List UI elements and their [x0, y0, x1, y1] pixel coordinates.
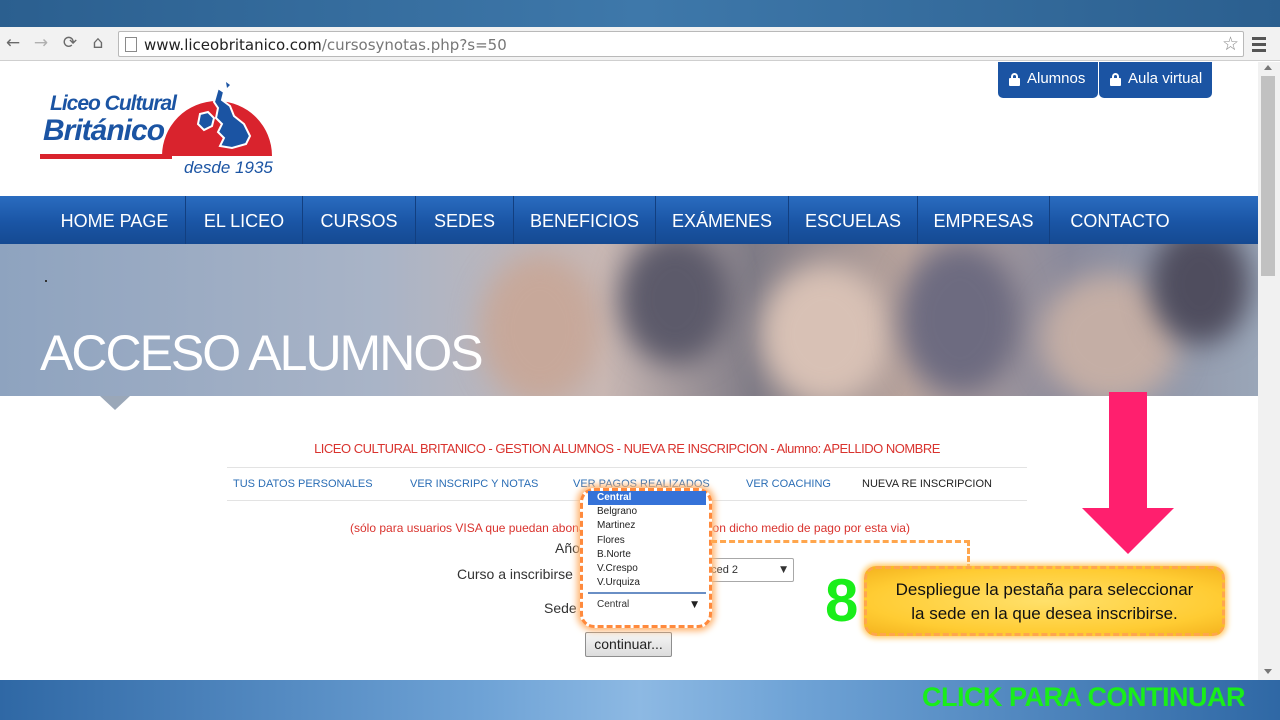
- dropdown-option-belgrano[interactable]: Belgrano: [588, 505, 706, 519]
- instruction-line-1: Despliegue la pestaña para seleccionar: [895, 580, 1194, 599]
- page-title: ACCESO ALUMNOS: [40, 325, 484, 381]
- lock-icon: [1009, 73, 1020, 86]
- scroll-thumb[interactable]: [1261, 76, 1275, 276]
- browser-menu-icon[interactable]: [1252, 37, 1266, 55]
- virtual-classroom-button[interactable]: Aula virtual: [1099, 62, 1212, 98]
- branch-label: Sede: [544, 600, 577, 616]
- instruction-callout: Despliegue la pestaña para seleccionar l…: [864, 566, 1225, 636]
- step-number: 8: [825, 567, 859, 634]
- home-icon[interactable]: ⌂: [88, 33, 108, 53]
- students-login-label: Alumnos: [1027, 70, 1086, 87]
- address-bar[interactable]: www.liceobritanico.com/cursosynotas.php?…: [118, 31, 1244, 57]
- forward-arrow-icon[interactable]: →: [31, 33, 51, 53]
- browser-toolbar: ← → ⟳ ⌂ www.liceobritanico.com/cursosyno…: [0, 27, 1280, 61]
- reload-icon[interactable]: ⟳: [60, 33, 80, 53]
- dropdown-option-martinez[interactable]: Martinez: [588, 519, 706, 533]
- tab-coaching[interactable]: VER COACHING: [746, 478, 831, 490]
- branch-select[interactable]: Central ▼: [588, 592, 706, 616]
- nav-item-empresas[interactable]: EMPRESAS: [918, 196, 1049, 244]
- slide-top-strip: [0, 0, 1280, 27]
- main-navigation: HOME PAGE EL LICEO CURSOS SEDES BENEFICI…: [0, 196, 1258, 244]
- nav-item-escuelas[interactable]: ESCUELAS: [789, 196, 917, 244]
- nav-item-sedes[interactable]: SEDES: [416, 196, 513, 244]
- bookmark-star-icon[interactable]: ☆: [1222, 33, 1239, 55]
- chevron-down-icon: ▼: [780, 565, 787, 575]
- hero-pointer: [100, 396, 130, 410]
- scroll-down-icon[interactable]: [1264, 669, 1272, 674]
- dropdown-option-vcrespo[interactable]: V.Crespo: [588, 562, 706, 576]
- back-arrow-icon[interactable]: ←: [3, 33, 23, 53]
- students-login-button[interactable]: Alumnos: [998, 62, 1098, 98]
- page-scrollbar[interactable]: [1258, 62, 1280, 680]
- lock-icon: [1110, 73, 1121, 86]
- nav-item-home[interactable]: HOME PAGE: [44, 196, 185, 244]
- logo-line-2: Británico: [43, 114, 165, 147]
- site-logo[interactable]: Liceo Cultural Británico desde 1935: [40, 82, 280, 182]
- dropdown-option-flores[interactable]: Flores: [588, 534, 706, 548]
- nav-item-beneficios[interactable]: BENEFICIOS: [514, 196, 655, 244]
- callout-connector: [711, 540, 970, 543]
- nav-item-el-liceo[interactable]: EL LICEO: [186, 196, 302, 244]
- instruction-line-2: la sede en la que desea inscribirse.: [911, 604, 1178, 623]
- dropdown-option-central[interactable]: Central: [588, 491, 706, 506]
- logo-tagline: desde 1935: [184, 158, 273, 177]
- dropdown-option-vurquiza[interactable]: V.Urquiza: [588, 576, 706, 590]
- logo-underline: [40, 154, 172, 159]
- nav-item-contacto[interactable]: CONTACTO: [1050, 196, 1190, 244]
- tab-personal-data[interactable]: TUS DATOS PERSONALES: [233, 478, 373, 490]
- year-label: Año: [555, 540, 580, 556]
- scroll-up-icon[interactable]: [1264, 65, 1272, 70]
- logo-line-1: Liceo Cultural: [50, 92, 177, 115]
- hero-dot: [45, 280, 47, 282]
- url-text: www.liceobritanico.com/cursosynotas.php?…: [144, 36, 507, 54]
- branch-dropdown-list: Central Belgrano Martinez Flores B.Norte…: [588, 491, 706, 591]
- nav-item-cursos[interactable]: CURSOS: [303, 196, 415, 244]
- chevron-down-icon: ▼: [691, 600, 698, 610]
- dropdown-option-bnorte[interactable]: B.Norte: [588, 548, 706, 562]
- hero-banner: . ACCESO ALUMNOS: [0, 244, 1258, 396]
- virtual-classroom-label: Aula virtual: [1128, 70, 1203, 87]
- down-arrow-icon: [1082, 392, 1174, 554]
- tab-new-reenrollment[interactable]: NUEVA RE INSCRIPCION: [862, 478, 992, 490]
- management-title: LICEO CULTURAL BRITANICO - GESTION ALUMN…: [314, 441, 940, 456]
- nav-item-examenes[interactable]: EXÁMENES: [656, 196, 788, 244]
- course-label: Curso a inscribirse: [457, 566, 573, 582]
- page-icon: [125, 37, 137, 52]
- continue-link[interactable]: CLICK PARA CONTINUAR: [922, 682, 1245, 713]
- continue-button[interactable]: continuar...: [585, 632, 672, 657]
- tab-enrollment-grades[interactable]: VER INSCRIPC Y NOTAS: [410, 478, 538, 490]
